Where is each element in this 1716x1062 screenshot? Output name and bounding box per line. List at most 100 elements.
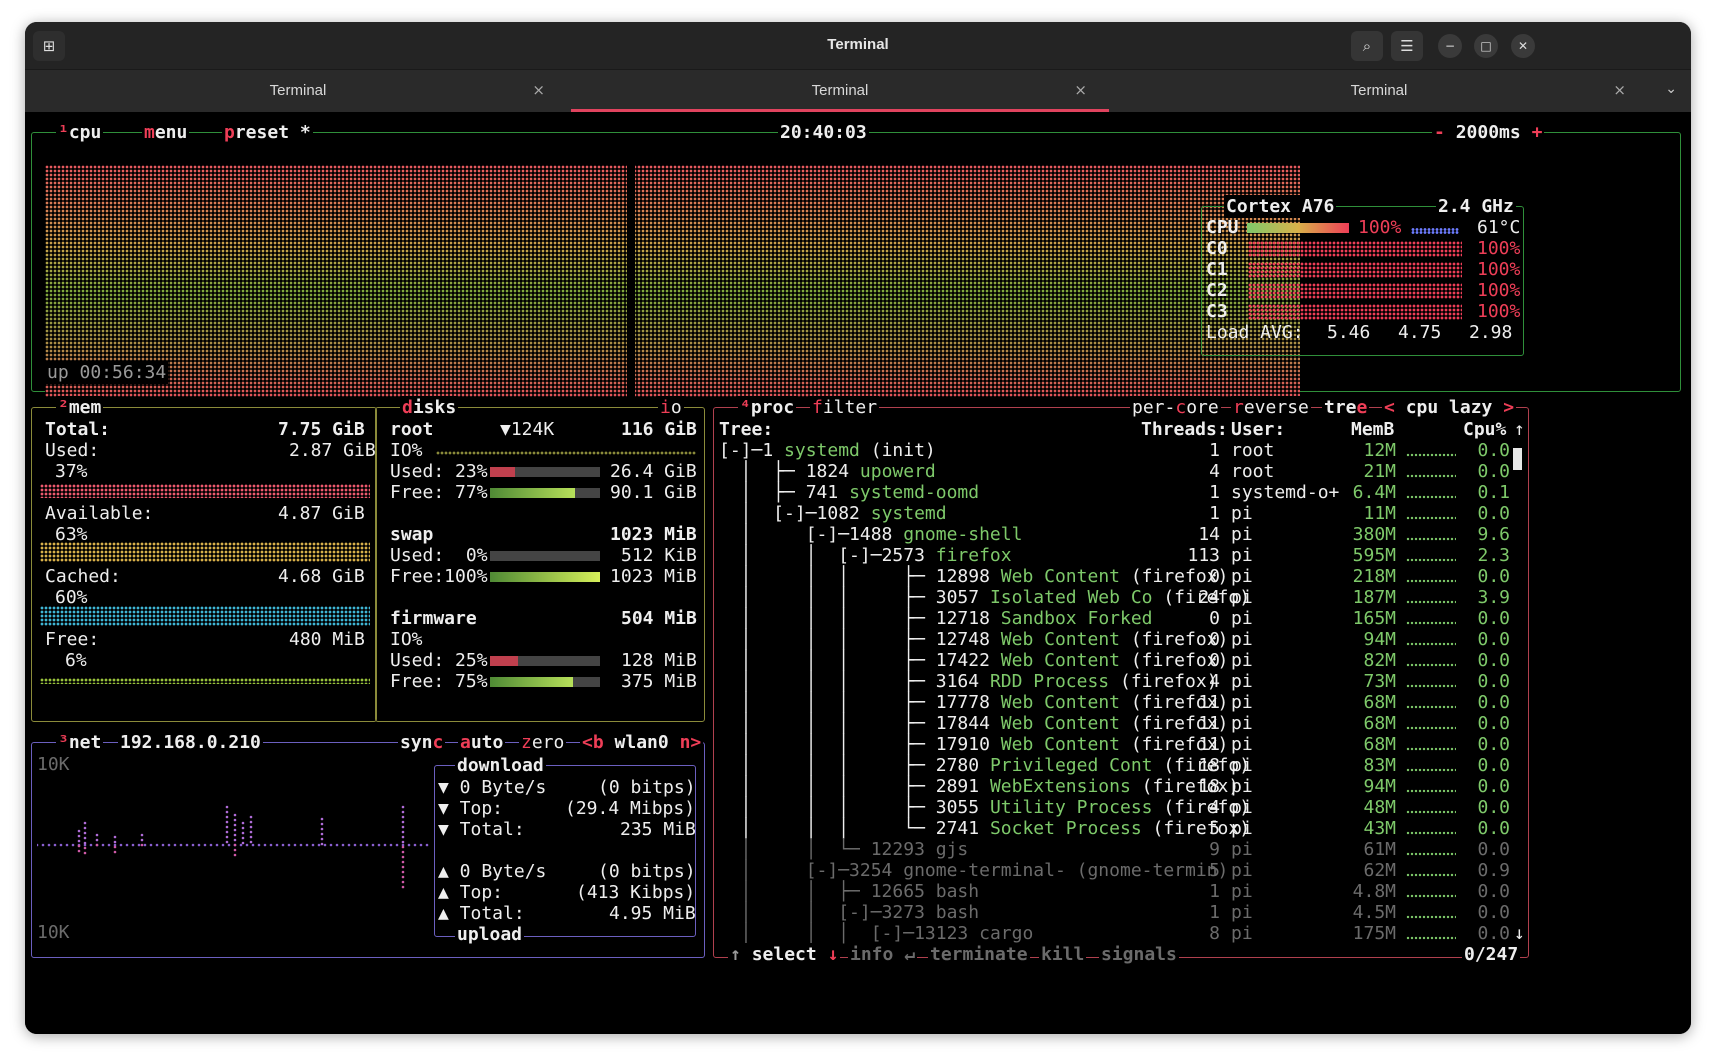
net-spike-dot [320, 822, 324, 826]
net-spike-dot [241, 821, 245, 825]
proc-user: pi [1231, 608, 1253, 629]
terminate-button[interactable]: terminate [928, 943, 1030, 966]
tab-terminal-3[interactable]: Terminal × [1110, 70, 1648, 112]
net-auto-button[interactable]: auto [458, 731, 506, 754]
info-button[interactable]: info ↵ [848, 943, 918, 966]
table-row[interactable]: │ │ │ ├─ 17844 Web Content (firefox) [719, 712, 1229, 735]
col-header-threads[interactable]: Threads: [1141, 418, 1228, 441]
table-row[interactable]: │ │ │ ├─ 12898 Web Content (firefox) [719, 565, 1229, 588]
close-icon[interactable]: × [532, 81, 545, 99]
proc-per-core-toggle[interactable]: per-core [1130, 396, 1221, 419]
net-spike-dot [320, 837, 324, 841]
tab-terminal-1[interactable]: Terminal × [29, 70, 567, 112]
table-row[interactable]: │ │ │ [-]─13123 cargo [719, 922, 1034, 945]
net-zero-button[interactable]: zero [519, 731, 567, 754]
net-baseline-dot [353, 843, 357, 847]
table-row[interactable]: │ ├─ 1824 upowerd [719, 460, 936, 483]
net-spike-dot [140, 843, 144, 847]
net-spike-dot [83, 851, 87, 855]
net-spike-dot [401, 835, 405, 839]
proc-tree-toggle[interactable]: tree [1322, 396, 1370, 419]
proc-cpu-sparkline [1406, 516, 1456, 520]
download-top-label: ▼ Top: [438, 798, 504, 819]
disk-root-used-label: Used: 23% [390, 461, 488, 482]
proc-threads: 0 [1209, 566, 1220, 587]
core-label: C3 [1206, 301, 1228, 322]
disk-root-io-rate: ▼124K [500, 419, 555, 440]
close-icon[interactable]: × [1613, 81, 1626, 99]
table-row[interactable]: │ [-]─1488 gnome-shell [719, 523, 1023, 546]
scroll-up-icon[interactable]: ↑ [1514, 418, 1525, 441]
btop-terminal[interactable]: ¹cpu menu preset * 20:40:03 - 2000ms + u… [25, 112, 1691, 1034]
net-baseline-dot [125, 843, 129, 847]
proc-filter-button[interactable]: filter [810, 396, 880, 419]
proc-user: pi [1231, 650, 1253, 671]
proc-scrollbar[interactable] [1513, 448, 1522, 470]
proc-threads: 11 [1198, 734, 1220, 755]
table-row[interactable]: │ │ │ ├─ 3164 RDD Process (firefox) [719, 670, 1218, 693]
maximize-icon[interactable]: □ [1474, 34, 1498, 58]
table-row[interactable]: [-]─1 systemd (init) [719, 439, 936, 462]
proc-user: pi [1231, 587, 1253, 608]
table-row[interactable]: │ │ │ ├─ 2891 WebExtensions (firefox) [719, 775, 1240, 798]
table-row[interactable]: │ │ ├─ 12665 bash [719, 880, 979, 903]
col-header-tree[interactable]: Tree: [719, 418, 773, 441]
table-row[interactable]: │ │ [-]─3273 bash [719, 901, 979, 924]
net-spike-dot [401, 860, 405, 864]
search-icon[interactable]: ⌕ [1351, 31, 1383, 61]
download-top-value: (29.4 Mibps) [565, 798, 696, 819]
disk-firmware-io: IO% [390, 629, 423, 650]
hamburger-menu-icon[interactable]: ☰ [1391, 31, 1423, 61]
proc-cpu-sparkline [1406, 915, 1456, 919]
proc-threads: 1 [1209, 482, 1220, 503]
upload-rate: ▲ 0 Byte/s [438, 861, 547, 882]
tab-terminal-2[interactable]: Terminal × [571, 70, 1109, 112]
table-row[interactable]: │ │ │ ├─ 12748 Web Content (firefox) [719, 628, 1229, 651]
table-row[interactable]: │ │ │ ├─ 17422 Web Content (firefox) [719, 649, 1229, 672]
arrow-down-icon[interactable]: ↓ [828, 944, 839, 965]
scroll-down-icon[interactable]: ↓ [1514, 922, 1525, 945]
net-baseline-dot [347, 843, 351, 847]
table-row[interactable]: │ │ [-]─2573 firefox [719, 544, 1012, 567]
table-row[interactable]: │ ├─ 741 systemd-oomd [719, 481, 979, 504]
table-row[interactable]: │ [-]─3254 gnome-terminal- (gnome-termin… [719, 859, 1229, 882]
table-row[interactable]: │ │ │ ├─ 17778 Web Content (firefox) [719, 691, 1229, 714]
kill-button[interactable]: kill [1039, 943, 1087, 966]
close-icon[interactable]: × [1074, 81, 1087, 99]
close-icon[interactable]: ✕ [1511, 34, 1535, 58]
net-panel: ³net 192.168.0.210 sync auto zero <b wla… [31, 731, 705, 958]
net-spike-dot [95, 843, 99, 847]
proc-threads: 24 [1198, 587, 1220, 608]
disks-io-toggle[interactable]: io [658, 396, 684, 419]
proc-threads: 9 [1209, 839, 1220, 860]
proc-cpu: 0.0 [1477, 629, 1510, 650]
download-total-label: ▼ Total: [438, 819, 525, 840]
menu-button[interactable]: menu [142, 121, 190, 144]
col-header-user[interactable]: User: [1231, 418, 1285, 441]
proc-mem: 6.4M [1352, 482, 1396, 503]
minimize-icon[interactable]: − [1438, 34, 1462, 58]
proc-sort-selector[interactable]: < cpu lazy > [1382, 396, 1517, 419]
preset-button[interactable]: preset * [222, 121, 313, 144]
net-interface-selector[interactable]: <b wlan0 n> [580, 731, 704, 754]
net-baseline-dot [137, 843, 141, 847]
interval-control[interactable]: - 2000ms + [1432, 121, 1545, 144]
signals-button[interactable]: signals [1099, 943, 1179, 966]
table-row[interactable]: │ │ └─ 12293 gjs [719, 838, 969, 861]
arrow-up-icon[interactable]: ↑ [730, 944, 741, 965]
table-row[interactable]: │ │ │ ├─ 12718 Sandbox Forked [719, 607, 1153, 630]
select-button[interactable]: select [752, 944, 817, 965]
table-row[interactable]: │ [-]─1082 systemd [719, 502, 947, 525]
net-baseline-dot [89, 843, 93, 847]
table-row[interactable]: │ │ │ ├─ 17910 Web Content (firefox) [719, 733, 1229, 756]
chevron-down-icon[interactable]: ⌄ [1665, 81, 1677, 97]
col-header-cpu[interactable]: Cpu% [1463, 418, 1506, 441]
core-label: C0 [1206, 238, 1228, 259]
proc-user: pi [1231, 503, 1253, 524]
col-header-mem[interactable]: MemB [1351, 418, 1394, 441]
net-baseline-dot [281, 843, 285, 847]
proc-cpu-sparkline [1406, 768, 1456, 772]
net-sync-button[interactable]: sync [398, 731, 446, 754]
proc-reverse-toggle[interactable]: reverse [1231, 396, 1311, 419]
mem-available-label: Available: [45, 503, 154, 524]
